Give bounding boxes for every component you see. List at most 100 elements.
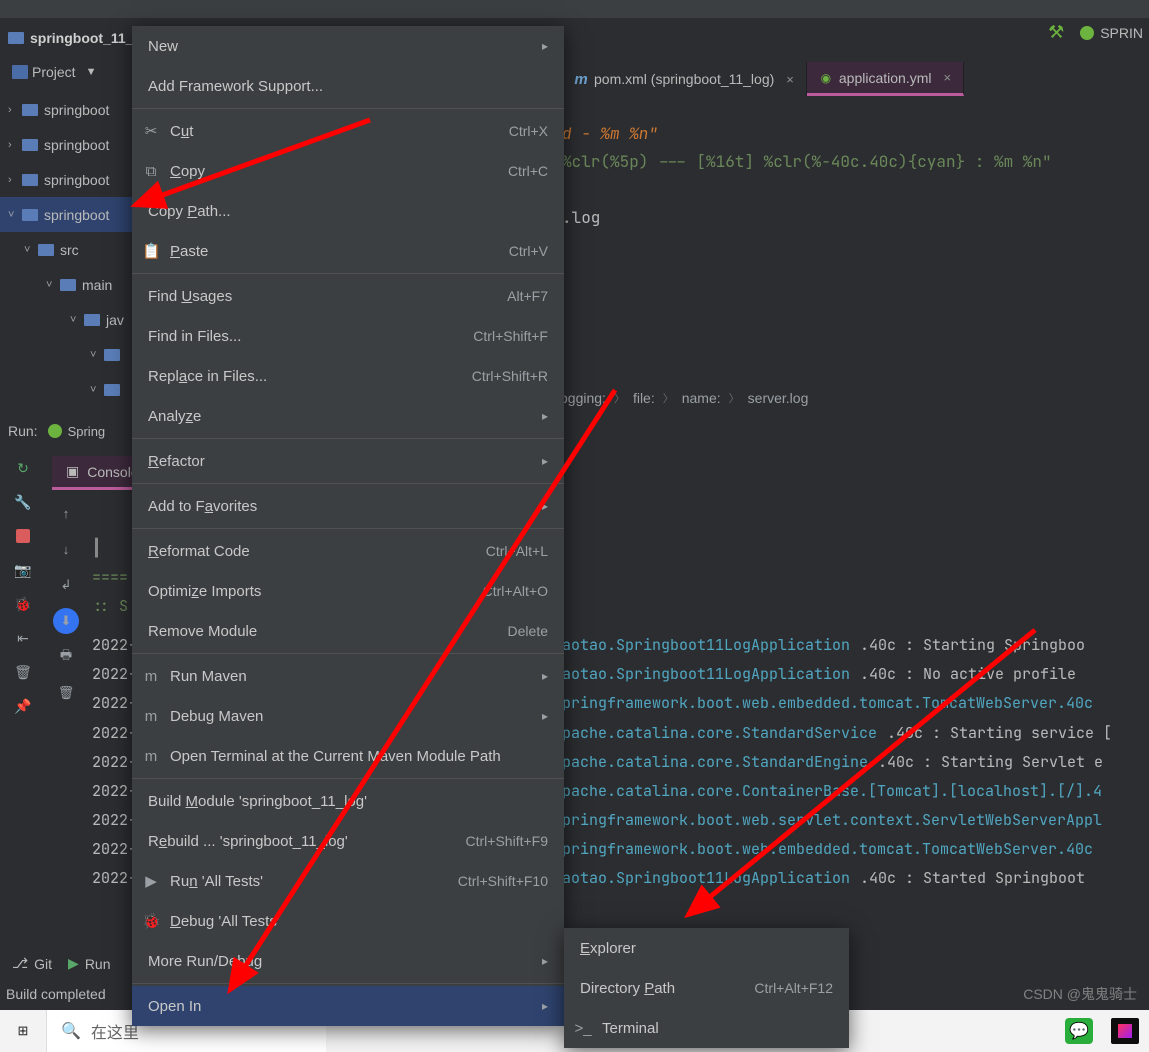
download-icon[interactable]: ⬇ <box>53 608 79 634</box>
menu-icon: >_ <box>574 1020 592 1037</box>
chevron-icon: ˅ <box>70 314 80 326</box>
git-toolwindow[interactable]: ⎇Git <box>12 955 52 972</box>
editor-line: .log <box>562 204 1149 232</box>
menu-item[interactable]: Analyze▸ <box>132 396 564 436</box>
menu-item[interactable]: ⧉CopyCtrl+C <box>132 151 564 191</box>
menu-item[interactable]: Rebuild ... 'springboot_11_log'Ctrl+Shif… <box>132 821 564 861</box>
project-title: springboot_11_ <box>30 30 133 46</box>
menu-item[interactable]: Remove ModuleDelete <box>132 611 564 651</box>
menu-item[interactable]: Reformat CodeCtrl+Alt+L <box>132 531 564 571</box>
tab-application-yml[interactable]: ◉ application.yml × <box>807 62 964 96</box>
editor-breadcrumb[interactable]: ogging:〉 file:〉 name:〉 server.log <box>560 390 808 406</box>
run-config-selector[interactable]: SPRIN <box>1080 25 1143 41</box>
menu-item[interactable]: 🐞Debug 'All Tests' <box>132 901 564 941</box>
menu-item[interactable]: mOpen Terminal at the Current Maven Modu… <box>132 736 564 776</box>
menu-item[interactable]: Build Module 'springboot_11_log' <box>132 781 564 821</box>
folder-icon <box>104 384 120 396</box>
editor-area[interactable]: d - %m %n" %clr(%5p) --- [%16t] %clr(%-4… <box>562 120 1149 232</box>
camera-icon[interactable]: 📷 <box>12 560 34 580</box>
menu-item[interactable]: Find UsagesAlt+F7 <box>132 276 564 316</box>
folder-icon <box>8 32 24 44</box>
folder-icon <box>84 314 100 326</box>
spring-icon: ◉ <box>819 71 833 85</box>
menu-item[interactable]: Replace in Files...Ctrl+Shift+R <box>132 356 564 396</box>
build-icon[interactable]: ⚒ <box>1048 22 1064 43</box>
down-icon[interactable]: ↓ <box>53 536 79 562</box>
menu-icon: 🐞 <box>142 912 160 930</box>
folder-icon <box>22 209 38 221</box>
chevron-icon: › <box>8 174 18 186</box>
tab-pom[interactable]: m pom.xml (springboot_11_log) × <box>562 62 807 96</box>
menu-icon: m <box>142 708 160 725</box>
run-config[interactable]: Spring <box>48 424 106 439</box>
print-icon[interactable]: 🖶 <box>53 644 79 670</box>
chevron-icon: ˅ <box>8 209 18 221</box>
exit-icon[interactable]: ⇤ <box>12 628 34 648</box>
console-icon: ▣ <box>66 463 79 480</box>
menu-item[interactable]: Refactor▸ <box>132 441 564 481</box>
bug-settings-icon[interactable]: 🐞 <box>12 594 34 614</box>
submenu-item[interactable]: Explorer <box>564 928 849 968</box>
stop-icon[interactable] <box>12 526 34 546</box>
top-right-toolbar: ⚒ SPRIN <box>1048 22 1143 43</box>
menu-icon: ✂ <box>142 122 160 140</box>
start-button[interactable]: ⊞ <box>0 1010 46 1052</box>
menu-icon: 📋 <box>142 242 160 260</box>
folder-icon <box>22 139 38 151</box>
menu-icon: ⧉ <box>142 163 160 180</box>
delete-icon[interactable]: 🗑 <box>53 680 79 706</box>
chevron-icon: ˅ <box>24 244 34 256</box>
menu-item[interactable]: Add Framework Support... <box>132 66 564 106</box>
folder-icon <box>22 104 38 116</box>
folder-icon <box>38 244 54 256</box>
editor-line: d - %m %n" <box>562 120 1149 148</box>
close-icon[interactable]: × <box>943 70 951 85</box>
menu-item[interactable]: Copy Path... <box>132 191 564 231</box>
spring-icon <box>1080 26 1094 40</box>
menu-item[interactable]: Optimize ImportsCtrl+Alt+O <box>132 571 564 611</box>
menu-item[interactable]: ▶Run 'All Tests'Ctrl+Shift+F10 <box>132 861 564 901</box>
chevron-icon: › <box>8 104 18 116</box>
submenu-open-in[interactable]: ExplorerDirectory PathCtrl+Alt+F12>_Term… <box>564 928 849 1048</box>
rerun-icon[interactable]: ↻ <box>12 458 34 478</box>
wrap-icon[interactable]: ↲ <box>53 572 79 598</box>
menu-item[interactable]: New▸ <box>132 26 564 66</box>
run-gutter: ↻ 🔧 📷 🐞 ⇤ 🗑 📌 <box>4 454 42 716</box>
project-tool-header[interactable]: Project ▼ <box>12 58 96 86</box>
submenu-item[interactable]: Directory PathCtrl+Alt+F12 <box>564 968 849 1008</box>
wechat-icon[interactable]: 💬 <box>1065 1018 1093 1044</box>
submenu-item[interactable]: >_Terminal <box>564 1008 849 1048</box>
trash-icon[interactable]: 🗑 <box>12 662 34 682</box>
pin-icon[interactable]: 📌 <box>12 696 34 716</box>
window-titlebar <box>0 0 1149 18</box>
menu-icon: m <box>142 748 160 765</box>
status-bar: Build completed <box>6 986 106 1002</box>
tray: 💬 <box>1065 1010 1149 1052</box>
spring-icon <box>48 424 62 438</box>
menu-item[interactable]: Add to Favorites▸ <box>132 486 564 526</box>
chevron-down-icon[interactable]: ▼ <box>86 66 97 78</box>
menu-item[interactable]: mDebug Maven▸ <box>132 696 564 736</box>
folder-icon <box>22 174 38 186</box>
close-icon[interactable]: × <box>786 72 794 87</box>
project-icon <box>12 65 28 79</box>
chevron-icon: ˅ <box>46 279 56 291</box>
run-toolwindow[interactable]: ▶Run <box>68 955 110 972</box>
wrench-icon[interactable]: 🔧 <box>12 492 34 512</box>
menu-item[interactable]: mRun Maven▸ <box>132 656 564 696</box>
editor-line: %clr(%5p) --- [%16t] %clr(%-40c.40c){cya… <box>562 148 1149 176</box>
menu-icon: ▶ <box>142 872 160 890</box>
menu-item[interactable]: Find in Files...Ctrl+Shift+F <box>132 316 564 356</box>
menu-item[interactable]: 📋PasteCtrl+V <box>132 231 564 271</box>
menu-item[interactable]: Open In▸ <box>132 986 564 1026</box>
menu-item[interactable]: More Run/Debug▸ <box>132 941 564 981</box>
chevron-icon: ˅ <box>90 349 100 361</box>
bottom-toolwindow-bar: ⎇Git ▶Run <box>12 955 111 972</box>
play-icon: ▶ <box>68 955 79 972</box>
intellij-icon[interactable] <box>1111 1018 1139 1044</box>
up-icon[interactable]: ↑ <box>53 500 79 526</box>
console-gutter: ↑ ↓ ↲ ⬇ 🖶 🗑 <box>48 500 84 706</box>
folder-icon <box>104 349 120 361</box>
context-menu[interactable]: New▸Add Framework Support...✂CutCtrl+X⧉C… <box>132 26 564 1026</box>
menu-item[interactable]: ✂CutCtrl+X <box>132 111 564 151</box>
